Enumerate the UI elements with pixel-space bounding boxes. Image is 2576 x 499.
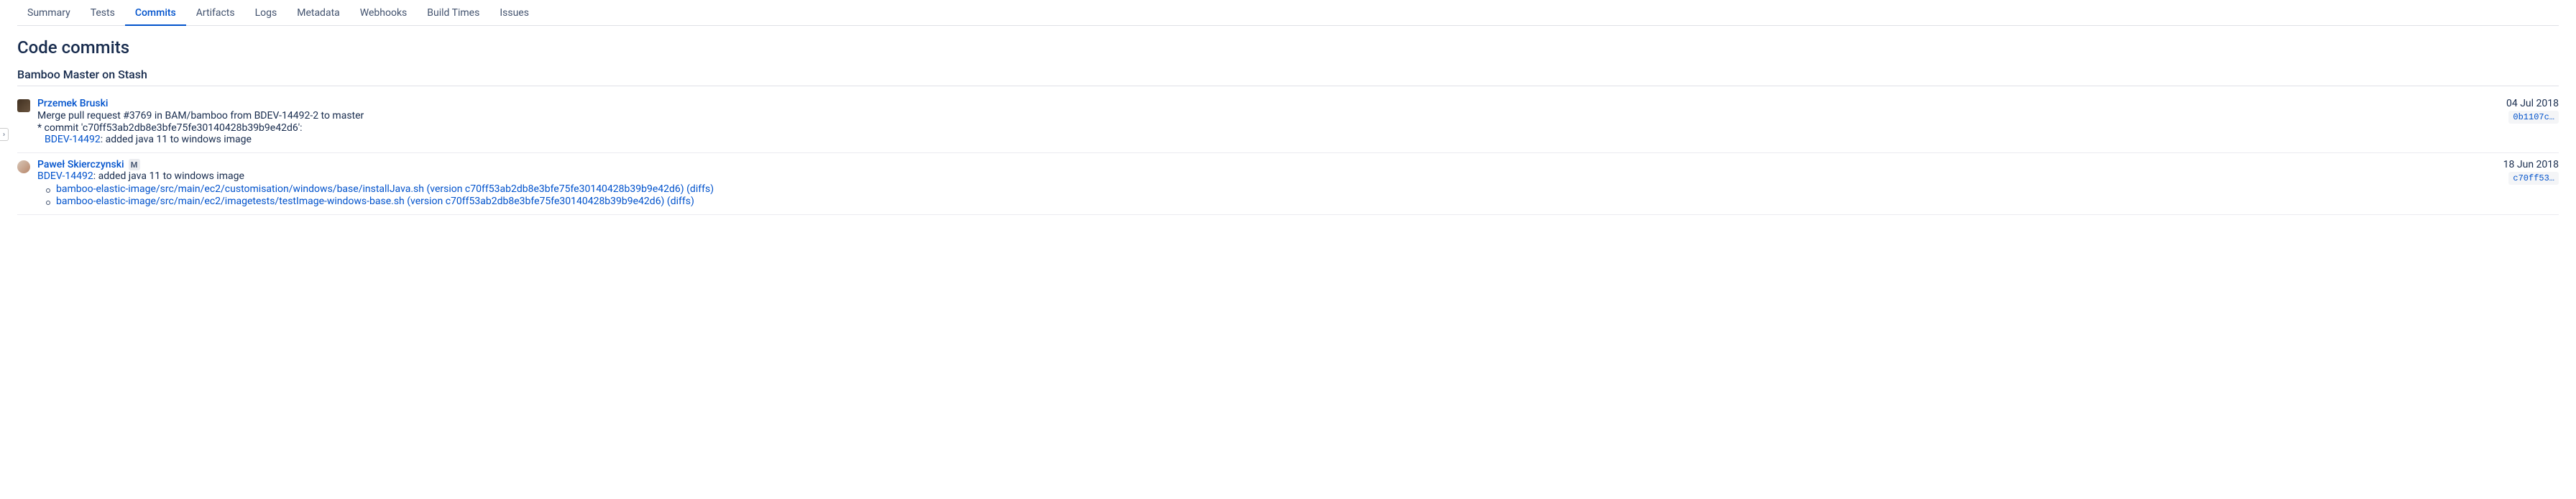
commit-message: Merge pull request #3769 in BAM/bamboo f…: [37, 110, 2492, 122]
tab-summary[interactable]: Summary: [17, 0, 80, 26]
commit-issue-suffix: : added java 11 to windows image: [93, 170, 244, 182]
commit-author-link[interactable]: Paweł Skierczynski: [37, 159, 124, 170]
diffs-link[interactable]: (diffs): [686, 183, 714, 195]
tab-build-times[interactable]: Build Times: [417, 0, 489, 26]
tab-artifacts[interactable]: Artifacts: [186, 0, 245, 26]
section-title: Bamboo Master on Stash: [17, 68, 2559, 86]
avatar: [17, 160, 30, 173]
changed-files-list: bamboo-elastic-image/src/main/ec2/custom…: [37, 183, 2489, 207]
list-item: bamboo-elastic-image/src/main/ec2/imaget…: [45, 196, 2489, 207]
file-link[interactable]: bamboo-elastic-image/src/main/ec2/custom…: [56, 183, 684, 195]
avatar: [17, 99, 30, 112]
commit-row: Przemek Bruski Merge pull request #3769 …: [17, 92, 2559, 153]
commit-hash-link[interactable]: 0b1107c…: [2508, 111, 2559, 124]
issue-link[interactable]: BDEV-14492: [37, 170, 93, 182]
tab-issues[interactable]: Issues: [489, 0, 539, 26]
diffs-link[interactable]: (diffs): [667, 196, 694, 207]
file-link[interactable]: bamboo-elastic-image/src/main/ec2/imaget…: [56, 196, 664, 207]
commit-date: 18 Jun 2018: [2503, 159, 2559, 170]
commit-issue-suffix: : added java 11 to windows image: [101, 134, 252, 145]
tab-metadata[interactable]: Metadata: [287, 0, 350, 26]
page-title: Code commits: [17, 37, 2559, 58]
tab-bar: Summary Tests Commits Artifacts Logs Met…: [17, 0, 2559, 26]
merge-badge: M: [129, 159, 140, 170]
commit-sub-line: * commit 'c70ff53ab2db8e3bfe75fe30140428…: [37, 122, 2492, 134]
commit-date: 04 Jul 2018: [2506, 98, 2559, 109]
chevron-right-icon: ›: [3, 131, 5, 139]
commit-author-link[interactable]: Przemek Bruski: [37, 98, 108, 109]
list-item: bamboo-elastic-image/src/main/ec2/custom…: [45, 183, 2489, 195]
issue-link[interactable]: BDEV-14492: [45, 134, 101, 145]
expand-sidebar-handle[interactable]: ›: [0, 128, 9, 141]
tab-webhooks[interactable]: Webhooks: [350, 0, 418, 26]
tab-logs[interactable]: Logs: [245, 0, 288, 26]
tab-tests[interactable]: Tests: [80, 0, 125, 26]
commit-hash-link[interactable]: c70ff53…: [2508, 172, 2559, 185]
commit-row: Paweł Skierczynski M BDEV-14492: added j…: [17, 153, 2559, 215]
tab-commits[interactable]: Commits: [125, 0, 186, 26]
